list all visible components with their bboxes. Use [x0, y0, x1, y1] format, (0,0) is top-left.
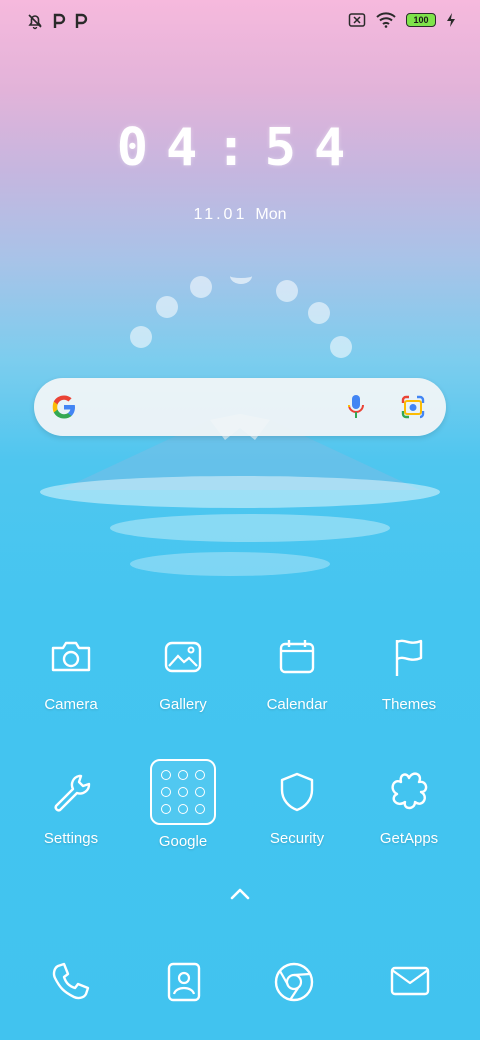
app-themes[interactable]: Themes	[354, 628, 464, 713]
app-gallery[interactable]: Gallery	[128, 628, 238, 713]
app-label: Security	[269, 830, 325, 847]
dock-messages[interactable]	[380, 952, 440, 1017]
clock-time[interactable]: 04:54	[0, 118, 480, 178]
flower-icon	[391, 772, 428, 810]
dock-contacts[interactable]	[154, 952, 214, 1017]
date-value: 11.01	[193, 206, 248, 223]
app-security[interactable]: Security	[242, 762, 352, 847]
app-label: Camera	[44, 696, 98, 713]
phone-icon	[52, 962, 90, 1000]
shield-icon	[280, 772, 314, 812]
battery-icon: 100	[406, 13, 436, 27]
dock-chrome[interactable]	[264, 952, 324, 1017]
contacts-icon	[167, 962, 201, 1002]
app-label: Themes	[381, 696, 437, 713]
google-g-icon	[52, 395, 75, 419]
notifications-off-icon	[28, 14, 42, 30]
app-label: Gallery	[159, 696, 207, 713]
moon-phases-decoration	[0, 260, 480, 390]
app-getapps[interactable]: GetApps	[354, 762, 464, 847]
app-label: Google	[158, 833, 208, 850]
wifi-icon	[376, 12, 396, 28]
app-label: GetApps	[379, 830, 439, 847]
app-folder-google[interactable]: Google	[128, 759, 238, 850]
flag-icon	[395, 639, 423, 676]
chevron-up-icon[interactable]	[226, 884, 254, 904]
google-search-bar[interactable]	[34, 378, 446, 436]
folder-icon	[150, 759, 216, 825]
wrench-icon	[54, 774, 91, 812]
chrome-icon	[274, 962, 314, 1002]
google-lens-icon[interactable]	[400, 394, 426, 420]
app-label: Calendar	[266, 696, 328, 713]
dock-phone[interactable]	[40, 952, 100, 1017]
clock-date: 11.01 Mon	[0, 206, 480, 224]
microphone-icon[interactable]	[346, 393, 366, 421]
p-notification-icon	[53, 13, 66, 28]
app-label: Settings	[43, 830, 99, 847]
camera-icon	[51, 641, 91, 672]
app-camera[interactable]: Camera	[16, 628, 126, 713]
messages-icon	[390, 966, 430, 996]
sim-off-icon	[348, 13, 366, 27]
p-notification-icon	[75, 13, 88, 28]
charging-icon	[447, 13, 455, 27]
app-settings[interactable]: Settings	[16, 762, 126, 847]
weekday: Mon	[255, 206, 287, 223]
status-bar: 100	[0, 0, 480, 44]
app-calendar[interactable]: Calendar	[242, 628, 352, 713]
gallery-icon	[164, 641, 202, 673]
calendar-icon	[279, 640, 315, 674]
